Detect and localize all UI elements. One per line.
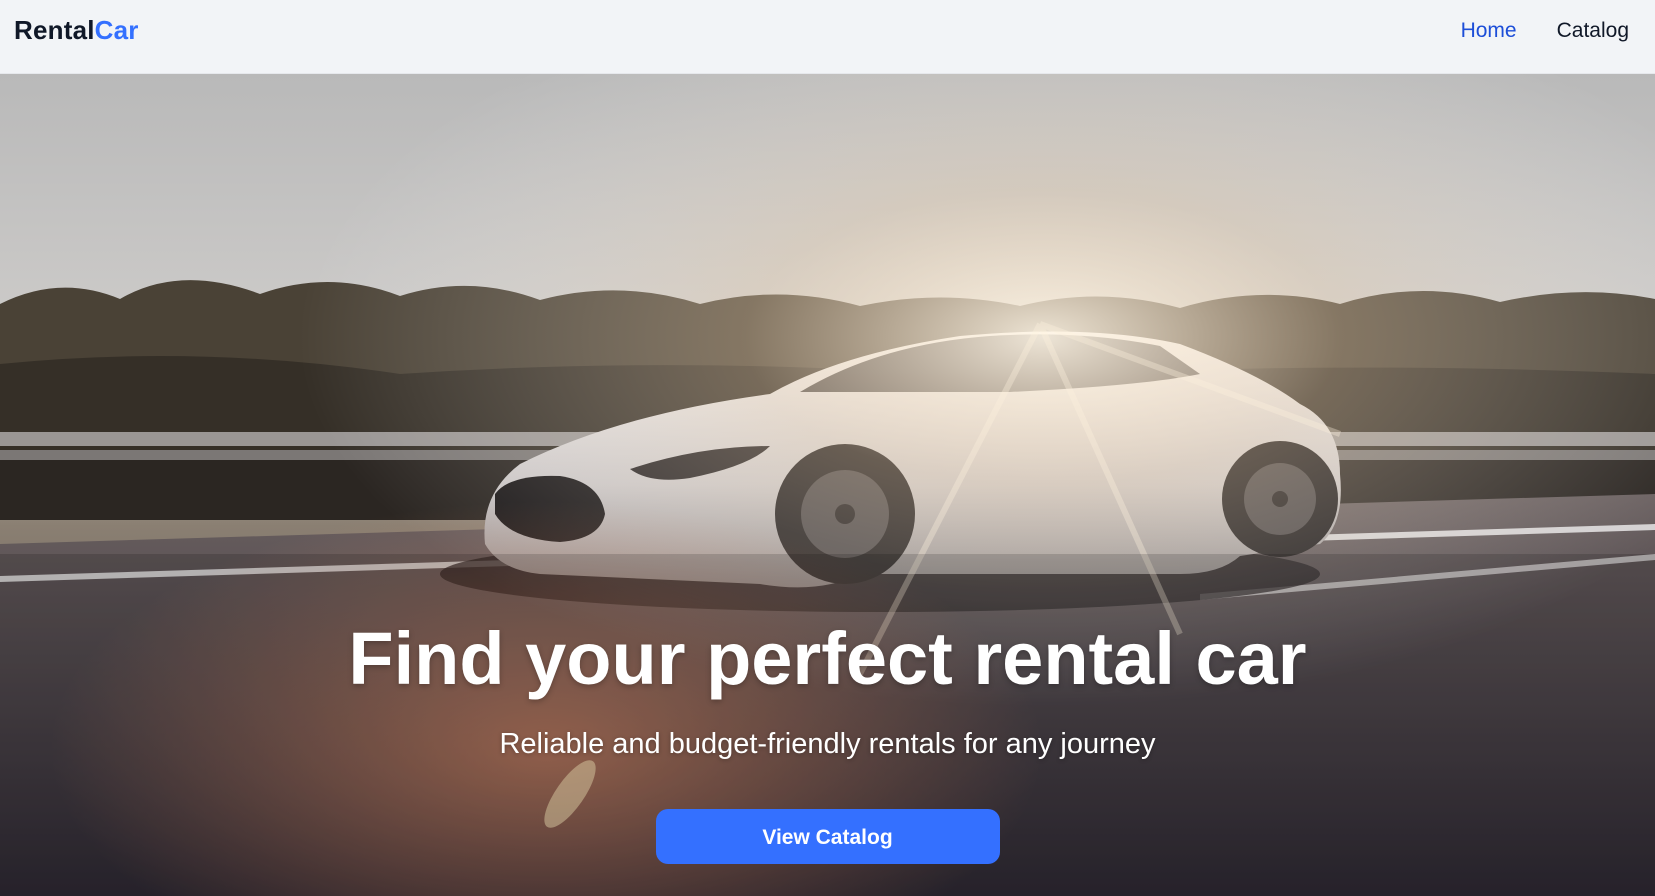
hero-content: Find your perfect rental car Reliable an…	[0, 622, 1655, 864]
brand-logo-part2: Car	[94, 15, 139, 45]
brand-logo[interactable]: RentalCar	[14, 15, 139, 46]
nav-link-home[interactable]: Home	[1461, 19, 1517, 43]
site-header: RentalCar Home Catalog	[0, 0, 1655, 74]
view-catalog-button[interactable]: View Catalog	[655, 809, 1000, 864]
brand-logo-part1: Rental	[14, 15, 95, 45]
hero-subtitle: Reliable and budget-friendly rentals for…	[499, 728, 1156, 760]
nav-link-catalog[interactable]: Catalog	[1557, 19, 1629, 43]
main-nav: Home Catalog	[1461, 19, 1629, 43]
hero-section: Find your perfect rental car Reliable an…	[0, 74, 1655, 896]
hero-title: Find your perfect rental car	[348, 617, 1307, 700]
